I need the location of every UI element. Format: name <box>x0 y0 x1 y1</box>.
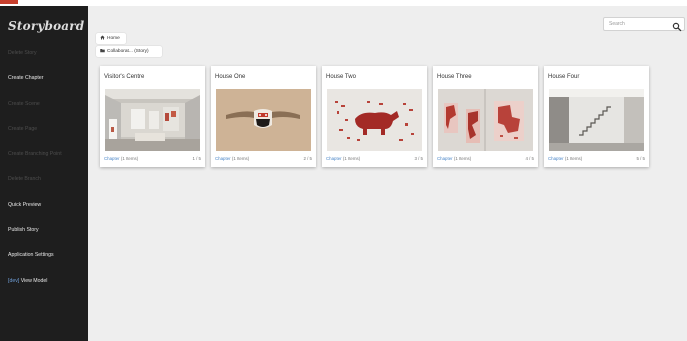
card-thumbnail <box>549 89 644 151</box>
card-index: 3 / 5 <box>414 156 423 161</box>
sidebar-item-publish-story[interactable]: Publish Story <box>0 218 88 243</box>
sidebar-item-create-scene[interactable]: Create Scene <box>0 92 88 117</box>
breadcrumb-story-label: Collaborat... (Story) <box>107 49 149 54</box>
chapter-card-house-one[interactable]: House One Chapter (1 Items) 2 / 5 <box>211 66 316 167</box>
card-footer: Chapter (1 Items) 5 / 5 <box>548 156 645 162</box>
dev-tag: [dev] <box>8 277 20 284</box>
card-thumbnail <box>327 89 422 151</box>
sidebar-item-label: View Model <box>20 277 48 284</box>
card-thumbnail <box>105 89 200 151</box>
chapter-card-visitors-centre[interactable]: Visitor's Centre Chapter (1 Items) 1 / 5 <box>100 66 205 167</box>
card-item-count: (1 Items) <box>120 156 139 161</box>
sidebar-item-create-page[interactable]: Create Page <box>0 117 88 142</box>
card-type-link[interactable]: Chapter <box>548 156 564 161</box>
app-logo: Storyboard <box>8 19 85 33</box>
card-item-count: (1 Items) <box>231 156 250 161</box>
card-title: Visitor's Centre <box>104 74 145 80</box>
sidebar-item-quick-preview[interactable]: Quick Preview <box>0 193 88 218</box>
breadcrumb-story[interactable]: Collaborat... (Story) <box>96 46 162 57</box>
card-type-link[interactable]: Chapter <box>437 156 453 161</box>
sidebar-item-delete-branch[interactable]: Delete Branch <box>0 167 88 192</box>
card-item-count: (1 Items) <box>564 156 583 161</box>
breadcrumb-home[interactable]: Home <box>96 33 126 44</box>
card-title: House Three <box>437 74 472 80</box>
breadcrumb-home-label: Home <box>107 36 120 41</box>
top-accent-mark <box>0 0 18 4</box>
main-content: Home Collaborat... (Story) Visitor's Cen… <box>88 6 687 341</box>
card-thumbnail <box>216 89 311 151</box>
home-icon <box>100 34 105 39</box>
card-index: 1 / 5 <box>192 156 201 161</box>
card-item-count: (1 Items) <box>342 156 361 161</box>
card-title: House Two <box>326 74 356 80</box>
chapter-card-house-two[interactable]: House Two Chapter (1 Items) 3 / 5 <box>322 66 427 167</box>
search-input[interactable] <box>609 19 671 29</box>
sidebar-nav: Delete Story Create Chapter Create Scene… <box>0 41 88 294</box>
sidebar-item-create-chapter[interactable]: Create Chapter <box>0 66 88 91</box>
card-footer: Chapter (1 Items) 3 / 5 <box>326 156 423 162</box>
chapter-card-house-four[interactable]: House Four Chapter (1 Items) 5 / 5 <box>544 66 649 167</box>
search-box <box>603 17 685 32</box>
search-icon[interactable] <box>672 19 682 32</box>
card-footer: Chapter (1 Items) 4 / 5 <box>437 156 534 162</box>
card-type-link[interactable]: Chapter <box>326 156 342 161</box>
sidebar-item-view-model[interactable]: [dev] View Model <box>0 269 88 294</box>
sidebar: Storyboard Delete Story Create Chapter C… <box>0 6 88 341</box>
card-footer: Chapter (1 Items) 1 / 5 <box>104 156 201 162</box>
sidebar-item-application-settings[interactable]: Application Settings <box>0 243 88 268</box>
folder-icon <box>100 47 105 52</box>
card-footer: Chapter (1 Items) 2 / 5 <box>215 156 312 162</box>
chapter-card-house-three[interactable]: House Three Chapter (1 Items) 4 / 5 <box>433 66 538 167</box>
card-index: 4 / 5 <box>525 156 534 161</box>
card-title: House Four <box>548 74 580 80</box>
sidebar-item-create-branching-point[interactable]: Create Branching Point <box>0 142 88 167</box>
sidebar-item-delete-story[interactable]: Delete Story <box>0 41 88 66</box>
card-index: 5 / 5 <box>636 156 645 161</box>
card-thumbnail <box>438 89 533 151</box>
card-title: House One <box>215 74 246 80</box>
card-type-link[interactable]: Chapter <box>104 156 120 161</box>
card-type-link[interactable]: Chapter <box>215 156 231 161</box>
card-index: 2 / 5 <box>303 156 312 161</box>
card-item-count: (1 Items) <box>453 156 472 161</box>
